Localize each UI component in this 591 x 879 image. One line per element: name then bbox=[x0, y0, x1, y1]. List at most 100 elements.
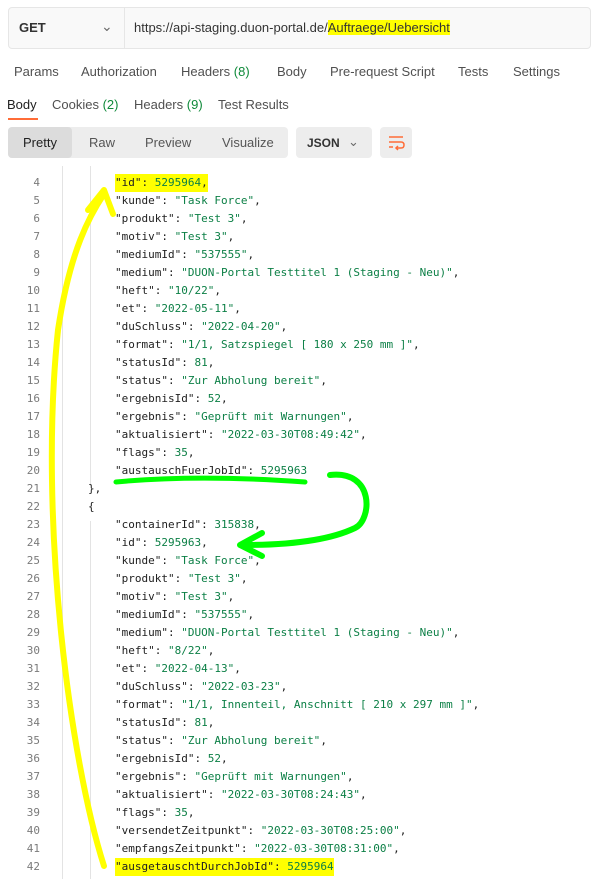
mode-visualize[interactable]: Visualize bbox=[222, 135, 274, 150]
code-line: 39 "flags": 35, bbox=[0, 804, 591, 822]
tab-label: Cookies bbox=[52, 97, 99, 112]
json-punctuation: , bbox=[227, 230, 235, 243]
code-line: 42 "ausgetauschtDurchJobId": 5295964 bbox=[0, 858, 591, 876]
active-tab-indicator bbox=[8, 118, 38, 120]
line-number: 35 bbox=[26, 734, 40, 747]
line-number: 10 bbox=[26, 284, 40, 297]
tab-label: Body bbox=[277, 64, 307, 79]
tab-headers[interactable]: Headers (8) bbox=[181, 64, 250, 79]
code-text: "heft": "10/22", bbox=[115, 284, 221, 297]
line-number: 12 bbox=[26, 320, 40, 333]
tab-params[interactable]: Params bbox=[14, 64, 59, 79]
tab-label: Tests bbox=[458, 64, 489, 79]
code-line: 19 "flags": 35, bbox=[0, 444, 591, 462]
line-number: 14 bbox=[26, 356, 40, 369]
tab-authorization[interactable]: Authorization bbox=[81, 64, 157, 79]
tab-count: (2) bbox=[102, 97, 119, 112]
code-line: 38 "aktualisiert": "2022-03-30T08:24:43", bbox=[0, 786, 591, 804]
json-punctuation: , bbox=[254, 194, 261, 207]
code-text: "statusId": 81, bbox=[115, 356, 215, 369]
json-value: 35 bbox=[174, 446, 188, 459]
code-text: "medium": "DUON-Portal Testtitel 1 (Stag… bbox=[115, 266, 460, 279]
code-line: 9 "medium": "DUON-Portal Testtitel 1 (Sta… bbox=[0, 264, 591, 282]
response-tab-test-results[interactable]: Test Results bbox=[218, 97, 289, 112]
mode-raw[interactable]: Raw bbox=[89, 135, 115, 150]
json-key: "motiv" bbox=[115, 230, 162, 243]
mode-preview[interactable]: Preview bbox=[145, 135, 191, 150]
json-value: "10/22" bbox=[168, 284, 215, 297]
url-prefix: https://api-staging.duon-portal.de/ bbox=[134, 20, 328, 35]
json-value: 52 bbox=[207, 752, 221, 765]
json-key: "produkt" bbox=[115, 212, 175, 225]
tab-count: (8) bbox=[233, 64, 250, 79]
json-punctuation: , bbox=[393, 842, 400, 855]
code-line: 13 "format": "1/1, Satzspiegel [ 180 x 25… bbox=[0, 336, 591, 354]
json-punctuation: , bbox=[220, 752, 228, 765]
json-value: "Test 3" bbox=[174, 590, 228, 603]
line-number: 21 bbox=[26, 482, 40, 495]
json-key: "austauschFuerJobId" bbox=[115, 464, 248, 477]
code-line: 12 "duSchluss": "2022-04-20", bbox=[0, 318, 591, 336]
json-punctuation: , bbox=[234, 662, 241, 675]
code-text: "austauschFuerJobId": 5295963 bbox=[115, 464, 308, 477]
line-number: 25 bbox=[26, 554, 40, 567]
tab-pre-request-script[interactable]: Pre-request Script bbox=[330, 64, 435, 79]
response-body: 4 "id": 5295964, 5 "kunde": "Task Force", 6 "… bbox=[0, 166, 591, 879]
line-number: 9 bbox=[33, 266, 40, 279]
response-tab-body[interactable]: Body bbox=[7, 97, 37, 112]
json-value: "2022-04-20" bbox=[201, 320, 281, 333]
response-toolbar: Pretty Raw Preview Visualize JSON ⌄ bbox=[0, 127, 591, 161]
json-key: "medium" bbox=[115, 626, 168, 639]
json-value: "Geprüft mit Warnungen" bbox=[194, 410, 347, 423]
code-line: 31 "et": "2022-04-13", bbox=[0, 660, 591, 678]
json-value: 35 bbox=[174, 806, 188, 819]
code-text: "id": 5295963, bbox=[115, 536, 208, 549]
json-punctuation: , bbox=[207, 716, 215, 729]
json-key: "ergebnisId" bbox=[115, 392, 195, 405]
mode-pretty[interactable]: Pretty bbox=[23, 135, 57, 150]
code-line: 32 "duSchluss": "2022-03-23", bbox=[0, 678, 591, 696]
json-key: "heft" bbox=[115, 284, 155, 297]
code-line: 22 { bbox=[0, 498, 591, 516]
json-key: "ausgetauschtDurchJobId" bbox=[115, 860, 274, 873]
code-text: "status": "Zur Abholung bereit", bbox=[115, 374, 327, 387]
response-tab-headers[interactable]: Headers (9) bbox=[134, 97, 203, 112]
code-text: "heft": "8/22", bbox=[115, 644, 215, 657]
line-number: 19 bbox=[26, 446, 40, 459]
line-number: 4 bbox=[33, 176, 40, 189]
json-key: "kunde" bbox=[115, 194, 162, 207]
code-text: "kunde": "Task Force", bbox=[115, 554, 261, 567]
json-value: "2022-05-11" bbox=[154, 302, 235, 315]
code-line: 15 "status": "Zur Abholung bereit", bbox=[0, 372, 591, 390]
json-punctuation: , bbox=[280, 320, 288, 333]
line-number: 37 bbox=[26, 770, 40, 783]
line-number: 22 bbox=[26, 500, 40, 513]
tab-settings[interactable]: Settings bbox=[513, 64, 560, 79]
json-key: "format" bbox=[115, 338, 168, 351]
response-tab-cookies[interactable]: Cookies (2) bbox=[52, 97, 118, 112]
line-number: 6 bbox=[33, 212, 40, 225]
tab-label: Params bbox=[14, 64, 59, 79]
line-number: 38 bbox=[26, 788, 40, 801]
code-line: 27 "motiv": "Test 3", bbox=[0, 588, 591, 606]
url-input[interactable]: https://api-staging.duon-portal.de/Auftr… bbox=[134, 20, 450, 35]
method-select[interactable]: GET ⌄ bbox=[9, 8, 125, 48]
json-punctuation: , bbox=[187, 806, 195, 819]
format-select[interactable]: JSON ⌄ bbox=[296, 127, 372, 158]
tab-body[interactable]: Body bbox=[277, 64, 307, 79]
code-line: 16 "ergebnisId": 52, bbox=[0, 390, 591, 408]
tab-tests[interactable]: Tests bbox=[458, 64, 488, 79]
json-value: "Geprüft mit Warnungen" bbox=[194, 770, 347, 783]
code-line: 30 "heft": "8/22", bbox=[0, 642, 591, 660]
wrap-lines-button[interactable] bbox=[380, 127, 412, 158]
json-key: "duSchluss" bbox=[115, 320, 188, 333]
line-number: 27 bbox=[26, 590, 40, 603]
json-key: "flags" bbox=[115, 806, 162, 819]
code-line: 29 "medium": "DUON-Portal Testtitel 1 (St… bbox=[0, 624, 591, 642]
json-punctuation: , bbox=[360, 428, 367, 441]
tab-label: Authorization bbox=[81, 64, 157, 79]
json-key: "flags" bbox=[115, 446, 162, 459]
json-punctuation: , bbox=[227, 590, 235, 603]
json-value: 5295963 bbox=[154, 536, 202, 549]
line-number: 7 bbox=[33, 230, 40, 243]
